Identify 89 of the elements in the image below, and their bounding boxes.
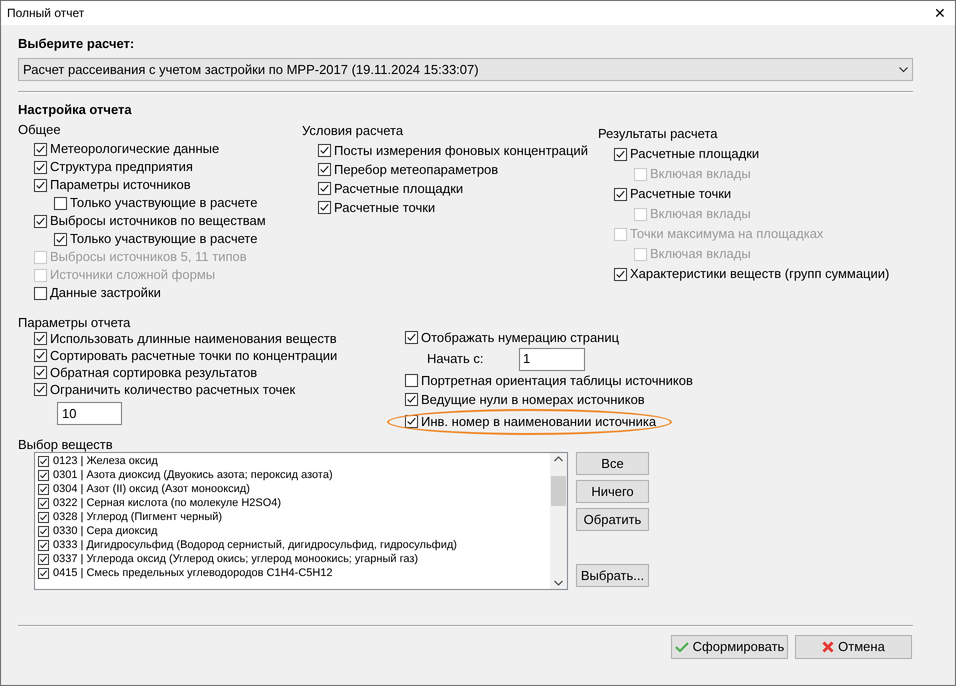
check-icon (674, 641, 689, 653)
list-item[interactable]: 0333 | Дигидросульфид (Водород сернистый, дигидросульфид, гидросульфид) (53, 536, 457, 554)
group-title: Условия расчета (302, 122, 404, 139)
list-item[interactable]: 0328 | Углерод (Пигмент черный) (53, 508, 222, 526)
input-field[interactable]: 1 (519, 348, 585, 370)
checkbox-label[interactable]: Обратная сортировка результатов (50, 362, 258, 382)
checkbox-label[interactable]: Структура предприятия (50, 157, 193, 177)
checkbox[interactable] (54, 196, 67, 210)
checkbox[interactable] (614, 268, 627, 280)
checkbox[interactable] (614, 188, 627, 200)
checkbox[interactable] (34, 214, 47, 228)
list-button[interactable]: Ничего (576, 480, 649, 503)
checkbox[interactable] (318, 144, 331, 157)
list-button[interactable]: Все (576, 452, 649, 475)
list-item[interactable]: 0415 | Смесь предельных углеводородов C1H4-C5H12 (53, 564, 333, 582)
checkbox[interactable] (38, 470, 49, 480)
checkbox[interactable] (34, 178, 47, 192)
checkbox[interactable] (34, 383, 47, 396)
group-title: Результаты расчета (598, 125, 719, 142)
cancel-button[interactable]: Отмена (795, 635, 912, 659)
section-heading: Выберите расчет: (18, 35, 136, 52)
checkbox[interactable] (38, 512, 49, 522)
checkbox[interactable] (318, 201, 331, 214)
checkbox[interactable] (34, 286, 47, 300)
checkbox[interactable] (38, 456, 49, 466)
checkbox-label[interactable]: Портретная ориентация таблицы источников (421, 370, 693, 390)
list-item[interactable]: 0330 | Сера диоксид (53, 522, 158, 540)
checkbox[interactable] (38, 484, 49, 494)
checkbox[interactable] (54, 232, 67, 246)
checkbox-label[interactable]: Ведущие нули в номерах источников (421, 390, 645, 410)
checkbox[interactable] (34, 160, 47, 174)
close-icon (822, 641, 834, 653)
checkbox[interactable] (318, 163, 331, 176)
checkbox[interactable] (34, 349, 47, 362)
group-title: Параметры отчета (18, 314, 132, 330)
checkbox[interactable] (405, 415, 418, 428)
checkbox[interactable] (38, 498, 49, 508)
checkbox[interactable] (38, 526, 49, 536)
list-item[interactable]: 0322 | Серная кислота (по молекуле H2SO4) (53, 494, 282, 512)
checkbox-label[interactable]: Характеристики веществ (групп суммации) (630, 264, 890, 284)
caret-icon (899, 66, 908, 72)
group-title: Выбор веществ (18, 436, 114, 451)
checkbox[interactable] (405, 393, 418, 406)
checkbox-label[interactable]: Расчетные площадки (630, 144, 760, 164)
pick-button[interactable]: Выбрать... (576, 564, 649, 587)
checkbox-label[interactable]: Посты измерения фоновых концентраций (334, 140, 588, 160)
checkbox-label[interactable]: Только участвующие в расчете (70, 229, 258, 249)
checkbox[interactable] (34, 366, 47, 379)
generate-button[interactable]: Сформировать (671, 635, 788, 659)
scroll-down-icon[interactable] (554, 580, 563, 586)
input-field[interactable]: 10 (57, 402, 122, 425)
scroll-thumb[interactable] (551, 476, 566, 506)
checkbox-label[interactable]: Отображать нумерацию страниц (421, 328, 620, 348)
checkbox-label[interactable]: Расчетные площадки (334, 178, 464, 198)
checkbox[interactable] (34, 142, 47, 156)
checkbox[interactable] (405, 331, 418, 344)
checkbox-label[interactable]: Выбросы источников по веществам (50, 211, 266, 231)
checkbox[interactable] (38, 540, 49, 550)
list-button[interactable]: Обратить (576, 508, 649, 531)
checkbox-label[interactable]: Инв. номер в наименовании источника (421, 412, 656, 432)
dropdown-value: Расчет рассеивания с учетом застройки по МРР-2017 (19.11.2024 15:33:07) (23, 60, 479, 79)
checkbox-label[interactable]: Сортировать расчетные точки по концентрации (50, 346, 338, 366)
scroll-up-icon[interactable] (554, 456, 563, 462)
group-title: Общее (18, 121, 62, 138)
checkbox-label[interactable]: Параметры источников (50, 175, 191, 195)
list-item[interactable]: 0304 | Азот (II) оксид (Азот монооксид) (53, 480, 250, 498)
field-label: Начать с: (427, 350, 485, 368)
checkbox-label[interactable]: Расчетные точки (630, 184, 732, 204)
window-title: Полный отчет (7, 5, 84, 22)
checkbox-label[interactable]: Только участвующие в расчете (70, 193, 258, 213)
checkbox-label[interactable]: Данные застройки (50, 283, 161, 303)
checkbox-label[interactable]: Использовать длинные наименования веществ (50, 328, 337, 348)
checkbox[interactable] (34, 332, 47, 345)
checkbox[interactable] (318, 182, 331, 195)
checkbox[interactable] (38, 554, 49, 564)
checkbox-label[interactable]: Перебор метеопараметров (334, 160, 498, 180)
list-item[interactable]: 0337 | Углерода оксид (Углерод окись; углерод моноокись; угарный газ) (53, 550, 418, 568)
checkbox[interactable] (614, 148, 627, 160)
checkbox-label[interactable]: Ограничить количество расчетных точек (50, 380, 296, 400)
checkbox-label[interactable]: Расчетные точки (334, 198, 436, 218)
checkbox-label[interactable]: Метеорологические данные (50, 139, 220, 159)
list-item[interactable]: 0123 | Железа оксид (53, 453, 158, 470)
close-button[interactable]: ✕ (925, 1, 955, 25)
checkbox[interactable] (38, 568, 49, 578)
scrollbar[interactable] (550, 453, 567, 589)
section-heading: Настройка отчета (18, 101, 133, 118)
list-item[interactable]: 0301 | Азота диоксид (Двуокись азота; пероксид азота) (53, 466, 333, 484)
calculation-dropdown[interactable]: Расчет рассеивания с учетом застройки по МРР-2017 (19.11.2024 15:33:07) (18, 58, 913, 81)
checkbox[interactable] (405, 374, 418, 387)
